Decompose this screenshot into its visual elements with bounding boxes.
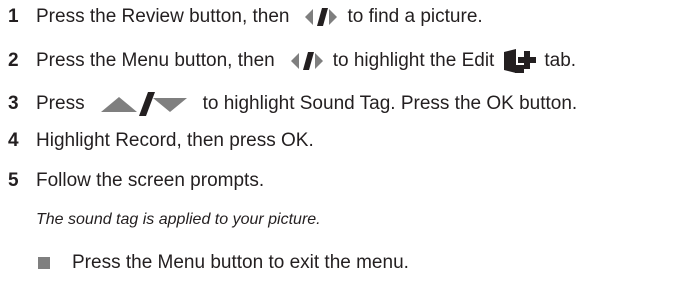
step-text-middle: to highlight the Edit (332, 50, 495, 71)
step-text-after: to highlight Sound Tag. Press the OK but… (202, 93, 578, 114)
step-number: 1 (8, 6, 19, 27)
step-number: 4 (8, 130, 19, 151)
step-1: 1 Press the Review button, then to find … (8, 2, 483, 32)
bullet-item: Press the Menu button to exit the menu. (36, 248, 409, 278)
result-note: The sound tag is applied to your picture… (36, 211, 321, 228)
step-text-after: to find a picture. (347, 6, 483, 27)
step-number: 5 (8, 170, 19, 191)
step-3: 3 Press to highlight Sound Tag. Press th… (8, 89, 577, 119)
edit-tab-icon (502, 48, 538, 74)
instruction-page: 1 Press the Review button, then to find … (0, 0, 682, 296)
left-right-arrows-icon (289, 50, 325, 72)
step-text: Highlight Record, then press OK. (36, 130, 314, 151)
bullet-text: Press the Menu button to exit the menu. (72, 252, 409, 273)
step-number: 3 (8, 93, 19, 114)
step-text-before: Press (36, 93, 85, 114)
step-4: 4 Highlight Record, then press OK. (8, 126, 314, 156)
square-bullet-icon (38, 257, 50, 269)
step-text-after: tab. (544, 50, 577, 71)
step-text-before: Press the Menu button, then (36, 50, 275, 71)
left-right-arrows-icon (303, 6, 339, 28)
step-2: 2 Press the Menu button, then to highlig… (8, 46, 576, 76)
step-5: 5 Follow the screen prompts. (8, 166, 264, 196)
step-text: Follow the screen prompts. (36, 170, 265, 191)
up-down-arrows-icon (99, 91, 189, 117)
step-number: 2 (8, 50, 19, 71)
step-text-before: Press the Review button, then (36, 6, 290, 27)
